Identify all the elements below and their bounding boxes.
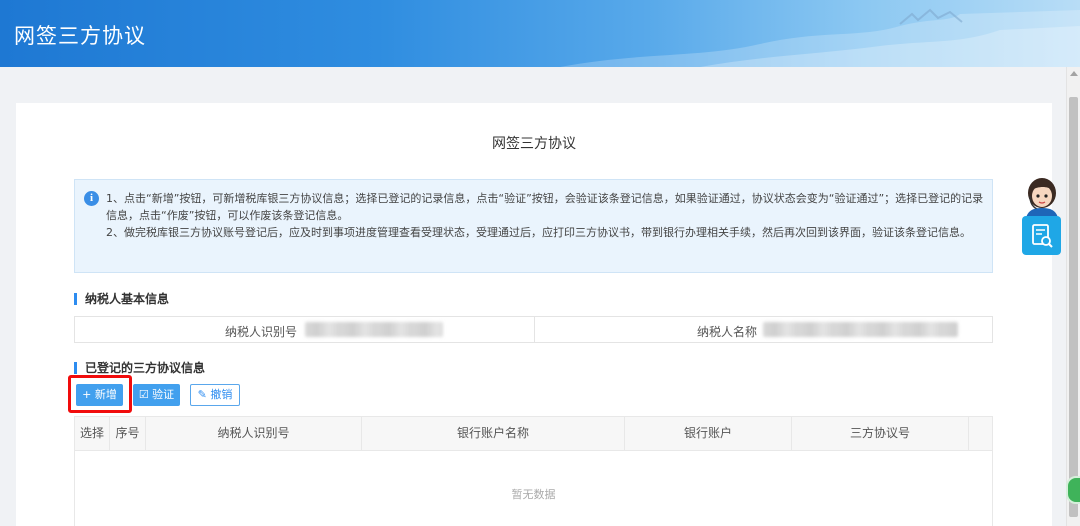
info-notice: i 1、点击“新增”按钮，可新增税库银三方协议信息；选择已登记的记录信息，点击“… [74,179,993,273]
col-index[interactable]: 序号 [110,417,146,450]
customer-service-avatar-icon[interactable] [1020,176,1064,218]
col-agreement-number[interactable]: 三方协议号 [792,417,969,450]
floating-green-widget-icon[interactable] [1066,476,1080,504]
taxpayer-id-value-redacted [305,322,443,337]
verify-button[interactable]: ☑ 验证 [133,384,180,406]
agreements-table: 选择 序号 纳税人识别号 银行账户名称 银行账户 三方协议号 暂无数据 [74,416,993,526]
notice-line-1: 1、点击“新增”按钮，可新增税库银三方协议信息；选择已登记的记录信息，点击“验证… [106,192,984,222]
col-taxpayer-id[interactable]: 纳税人识别号 [146,417,362,450]
col-bank-account-name[interactable]: 银行账户名称 [362,417,625,450]
page-title: 网签三方协议 [492,136,576,152]
floating-review-button[interactable] [1022,216,1061,255]
main-panel: 网签三方协议 i 1、点击“新增”按钮，可新增税库银三方协议信息；选择已登记的记… [16,103,1052,526]
taxpayer-id-label: 纳税人识别号 [224,325,297,339]
document-search-icon [1032,224,1053,248]
notice-line-2: 2、做完税库银三方协议账号登记后，应及时到事项进度管理查看受理状态，受理通过后，… [106,226,971,239]
taxpayer-info-row: 纳税人识别号 纳税人名称 [74,316,993,343]
scroll-up-arrow-icon[interactable] [1070,71,1078,76]
notice-text: 1、点击“新增”按钮，可新增税库银三方协议信息；选择已登记的记录信息，点击“验证… [106,190,986,241]
col-bank-account[interactable]: 银行账户 [625,417,792,450]
table-header: 选择 序号 纳税人识别号 银行账户名称 银行账户 三方协议号 [75,417,992,451]
scroll-thumb[interactable] [1069,97,1078,517]
revoke-button[interactable]: ✎ 撤销 [190,384,240,406]
app-header: 网签三方协议 [0,0,1080,67]
great-wall-banner [560,8,1080,67]
taxpayer-name-value-redacted [763,322,958,337]
col-select[interactable]: 选择 [75,417,110,450]
agreements-section-title: 已登记的三方协议信息 [74,362,205,374]
vertical-scrollbar[interactable] [1066,67,1080,526]
add-button-highlight-box [68,375,132,413]
taxpayer-section-title: 纳税人基本信息 [74,293,169,305]
empty-state-text: 暂无数据 [511,488,556,501]
taxpayer-name-label: 纳税人名称 [696,325,757,339]
info-icon: i [84,191,99,206]
app-title: 网签三方协议 [14,24,146,48]
